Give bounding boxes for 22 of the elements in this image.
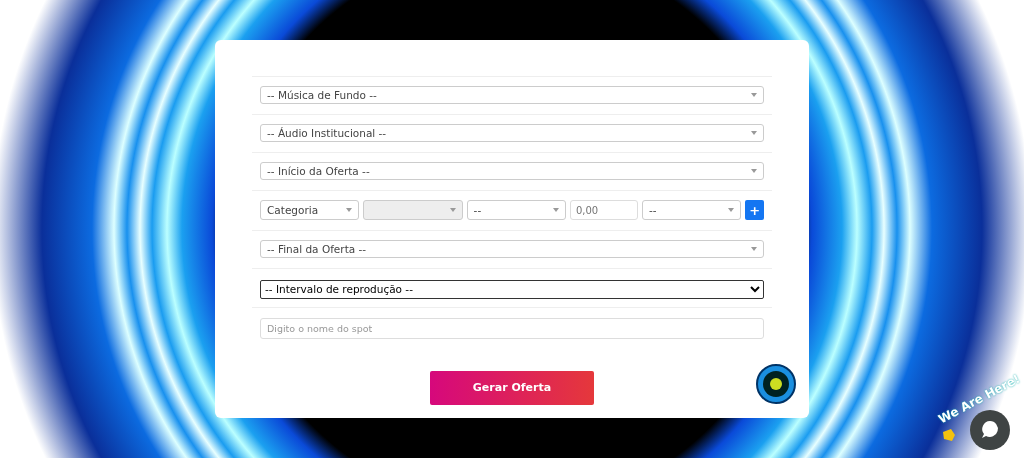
chat-icon[interactable]: [970, 410, 1010, 450]
dropdown[interactable]: Categoria: [260, 200, 360, 220]
generate-offer-button[interactable]: Gerar Oferta: [430, 370, 594, 405]
dropdown[interactable]: -- Intervalo de reprodução --: [260, 279, 764, 299]
caret-icon: [552, 208, 559, 212]
logo-icon: [756, 364, 796, 404]
caret-icon: [449, 208, 456, 212]
spot-name-field[interactable]: Digito o nome do spot: [260, 317, 764, 339]
add-button[interactable]: +: [745, 200, 765, 220]
caret-icon: [751, 93, 757, 97]
dropdown[interactable]: -- Início da Oferta --: [260, 162, 764, 180]
caret-icon: [346, 208, 353, 212]
dropdown[interactable]: --: [641, 200, 742, 220]
dropdown[interactable]: -- Final da Oferta --: [260, 240, 764, 258]
dropdown[interactable]: -- Música de Fundo --: [260, 86, 764, 104]
caret-icon: [728, 208, 735, 212]
dropdown[interactable]: -- Áudio Institucional --: [260, 124, 764, 142]
caret-icon: [751, 247, 757, 251]
dropdown[interactable]: --: [466, 200, 566, 220]
caret-icon: [751, 169, 757, 173]
caret-icon: [751, 131, 757, 135]
amount-field[interactable]: 0,00: [569, 200, 638, 220]
